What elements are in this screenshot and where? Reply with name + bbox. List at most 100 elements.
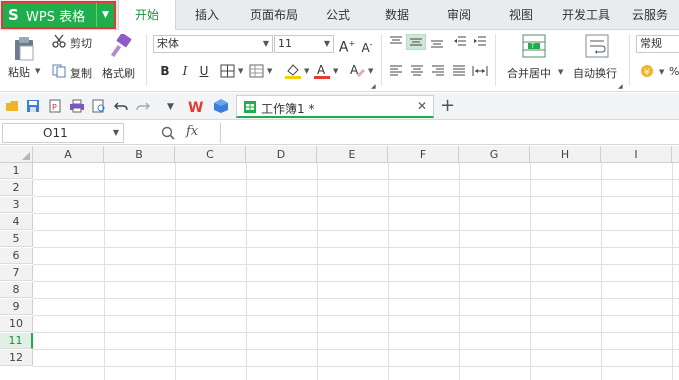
spreadsheet-grid[interactable]: A B C D E F G H I 1 2 3 4 5 6 7 8 9 10 1…: [0, 146, 679, 380]
currency-dropdown-icon[interactable]: ▼: [659, 68, 664, 76]
row-header-10[interactable]: 10: [0, 316, 33, 332]
align-middle-icon[interactable]: [406, 34, 426, 50]
redo-icon[interactable]: [136, 100, 150, 112]
align-center-icon[interactable]: [410, 65, 424, 77]
paste-button[interactable]: 粘贴: [8, 64, 30, 80]
chevron-down-icon[interactable]: ▼: [96, 3, 114, 27]
save-icon[interactable]: [26, 99, 40, 113]
undo-icon[interactable]: [114, 100, 128, 112]
open-folder-icon[interactable]: [5, 100, 19, 112]
formula-input[interactable]: [220, 123, 679, 143]
tab-cloud-services[interactable]: 云服务: [632, 0, 668, 30]
font-color-dropdown-icon[interactable]: ▼: [333, 67, 338, 75]
row-header-1[interactable]: 1: [0, 163, 33, 179]
fill-color-icon[interactable]: [284, 62, 302, 80]
copy-icon[interactable]: [52, 64, 66, 78]
column-header-e[interactable]: E: [317, 146, 388, 163]
align-left-icon[interactable]: [389, 65, 403, 77]
format-painter-button[interactable]: 格式刷: [102, 65, 135, 81]
tab-developer[interactable]: 开发工具: [562, 0, 610, 30]
chevron-down-icon[interactable]: ▼: [113, 124, 119, 142]
wrap-text-button[interactable]: 自动换行: [573, 65, 617, 81]
insert-function-button[interactable]: fx: [186, 124, 198, 139]
currency-icon[interactable]: ¥: [640, 64, 658, 78]
cloud-doc-icon[interactable]: [213, 98, 229, 114]
column-header-c[interactable]: C: [175, 146, 246, 163]
tab-insert[interactable]: 插入: [195, 0, 219, 30]
cut-button[interactable]: 剪切: [70, 35, 92, 51]
new-tab-button[interactable]: +: [440, 95, 455, 116]
borders-icon[interactable]: [220, 64, 236, 78]
column-header-g[interactable]: G: [459, 146, 530, 163]
alignment-settings-launcher-icon[interactable]: ◢: [618, 83, 623, 90]
tab-start[interactable]: 开始: [118, 0, 176, 31]
fill-color-dropdown-icon[interactable]: ▼: [304, 67, 309, 75]
format-painter-icon[interactable]: [108, 34, 132, 60]
increase-font-size-button[interactable]: A+: [338, 35, 356, 56]
column-header-f[interactable]: F: [388, 146, 459, 163]
row-header-8[interactable]: 8: [0, 282, 33, 298]
decrease-indent-icon[interactable]: [453, 36, 467, 48]
merge-center-dropdown-icon[interactable]: ▼: [558, 68, 563, 76]
name-box[interactable]: O11 ▼: [2, 123, 124, 143]
tab-review[interactable]: 审阅: [447, 0, 471, 30]
underline-button[interactable]: U: [195, 62, 213, 80]
select-all-corner[interactable]: [0, 146, 33, 163]
tab-formulas[interactable]: 公式: [326, 0, 350, 30]
column-header-d[interactable]: D: [246, 146, 317, 163]
customize-toolbar-icon[interactable]: ▼: [167, 102, 174, 112]
scissors-icon[interactable]: [52, 34, 66, 48]
cell-style-icon[interactable]: [249, 64, 265, 78]
paste-icon[interactable]: [12, 36, 36, 62]
tab-data[interactable]: 数据: [385, 0, 409, 30]
tab-view[interactable]: 视图: [509, 0, 533, 30]
tab-workbook1[interactable]: 工作簿1 * ✕: [236, 95, 434, 118]
bold-button[interactable]: B: [156, 62, 174, 80]
clear-format-icon[interactable]: A: [348, 62, 366, 80]
font-name-select[interactable]: 宋体 ▼: [153, 35, 273, 53]
align-right-icon[interactable]: [431, 65, 445, 77]
row-header-12[interactable]: 12: [0, 350, 33, 366]
cell-style-dropdown-icon[interactable]: ▼: [267, 67, 272, 75]
column-header-b[interactable]: B: [104, 146, 175, 163]
merge-center-button[interactable]: 合并居中: [507, 65, 551, 81]
row-header-4[interactable]: 4: [0, 214, 33, 230]
row-header-2[interactable]: 2: [0, 180, 33, 196]
borders-dropdown-icon[interactable]: ▼: [238, 67, 243, 75]
paste-dropdown-icon[interactable]: ▼: [35, 67, 40, 75]
percent-button[interactable]: %: [669, 65, 679, 78]
column-header-h[interactable]: H: [530, 146, 601, 163]
wrap-text-icon[interactable]: [585, 34, 609, 58]
justify-icon[interactable]: [452, 65, 466, 77]
zoom-icon[interactable]: [161, 126, 175, 140]
wps-app-menu-button[interactable]: S WPS 表格 ▼: [1, 1, 116, 29]
close-icon[interactable]: ✕: [417, 99, 427, 113]
row-header-11[interactable]: 11: [0, 333, 33, 349]
distributed-align-icon[interactable]: [472, 65, 488, 77]
print-preview-icon[interactable]: [91, 99, 107, 113]
align-top-icon[interactable]: [389, 36, 403, 48]
number-format-select[interactable]: 常规: [636, 35, 679, 53]
clear-format-dropdown-icon[interactable]: ▼: [368, 67, 373, 75]
output-pdf-icon[interactable]: P: [47, 99, 63, 113]
align-bottom-icon[interactable]: [430, 36, 444, 48]
merge-center-icon[interactable]: T: [522, 34, 546, 58]
decrease-font-size-button[interactable]: A-: [358, 36, 376, 55]
row-header-6[interactable]: 6: [0, 248, 33, 264]
row-header-7[interactable]: 7: [0, 265, 33, 281]
font-size-select[interactable]: 11 ▼: [274, 35, 334, 53]
print-icon[interactable]: [69, 99, 85, 113]
italic-button[interactable]: I: [176, 62, 194, 80]
row-header-9[interactable]: 9: [0, 299, 33, 315]
column-header-i[interactable]: I: [601, 146, 672, 163]
tab-page-layout[interactable]: 页面布局: [250, 0, 298, 30]
column-header-partial[interactable]: [672, 146, 679, 163]
row-header-3[interactable]: 3: [0, 197, 33, 213]
font-color-icon[interactable]: A: [313, 62, 331, 80]
wps-w-logo-icon[interactable]: W: [187, 98, 207, 114]
increase-indent-icon[interactable]: [473, 36, 487, 48]
font-settings-launcher-icon[interactable]: ◢: [371, 83, 376, 90]
row-header-5[interactable]: 5: [0, 231, 33, 247]
copy-button[interactable]: 复制: [70, 65, 92, 81]
column-header-a[interactable]: A: [33, 146, 104, 163]
